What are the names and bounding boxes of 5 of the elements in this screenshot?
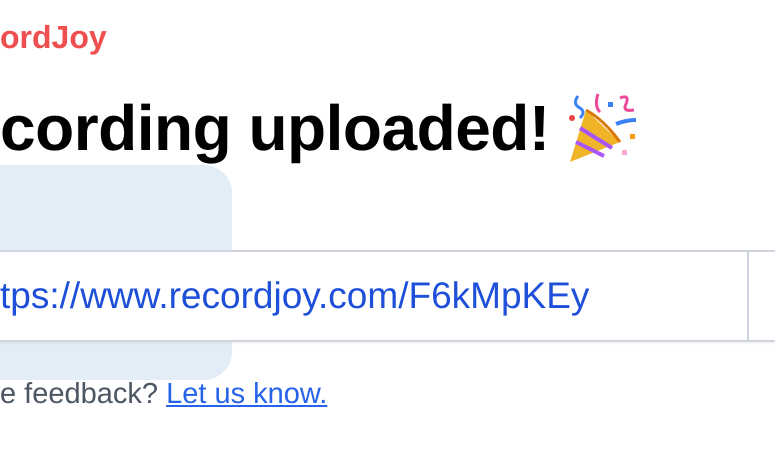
feedback-link[interactable]: Let us know. — [166, 378, 328, 410]
page-heading: cording uploaded! — [0, 91, 550, 166]
feedback-text: e feedback? Let us know. — [0, 378, 328, 411]
brand-logo: ordJoy — [0, 18, 108, 56]
share-link-field[interactable]: tps://www.recordjoy.com/F6kMpKEy — [0, 250, 775, 342]
